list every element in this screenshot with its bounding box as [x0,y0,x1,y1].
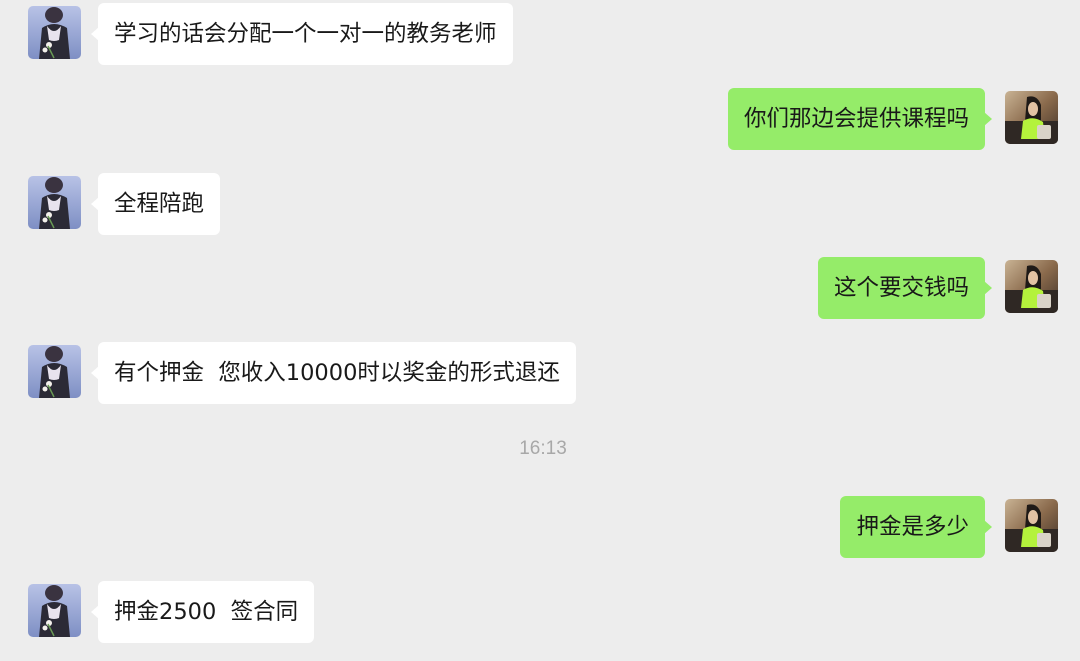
contact-avatar[interactable] [28,584,81,637]
incoming-message-bubble[interactable]: 押金2500 签合同 [90,581,315,643]
contact-avatar-icon [28,584,81,637]
contact-avatar[interactable] [28,6,81,59]
self-avatar[interactable] [1005,91,1058,144]
incoming-message-bubble[interactable]: 学习的话会分配一个一对一的教务老师 [91,3,513,65]
message-row-outgoing: 你们那边会提供课程吗 [0,88,1080,152]
chat-timestamp: 16:13 [519,438,567,459]
contact-avatar-icon [28,176,81,229]
outgoing-message-bubble[interactable]: 你们那边会提供课程吗 [727,88,993,150]
self-avatar-icon [1005,260,1058,313]
message-row-incoming: 学习的话会分配一个一对一的教务老师 [0,3,1080,67]
contact-avatar-icon [28,6,81,59]
incoming-message-bubble[interactable]: 全程陪跑 [90,173,221,235]
message-row-incoming: 全程陪跑 [0,173,1080,237]
contact-avatar[interactable] [28,345,81,398]
message-row-incoming: 有个押金 您收入10000时以奖金的形式退还 [0,342,1080,406]
outgoing-message-bubble[interactable]: 这个要交钱吗 [817,257,993,319]
contact-avatar-icon [28,345,81,398]
message-row-outgoing: 这个要交钱吗 [0,257,1080,321]
self-avatar-icon [1005,91,1058,144]
message-row-incoming: 押金2500 签合同 [0,581,1080,645]
self-avatar-icon [1005,499,1058,552]
self-avatar[interactable] [1005,499,1058,552]
self-avatar[interactable] [1005,260,1058,313]
contact-avatar[interactable] [28,176,81,229]
incoming-message-bubble[interactable]: 有个押金 您收入10000时以奖金的形式退还 [91,342,576,404]
message-row-outgoing: 押金是多少 [0,496,1080,560]
outgoing-message-bubble[interactable]: 押金是多少 [840,496,992,558]
